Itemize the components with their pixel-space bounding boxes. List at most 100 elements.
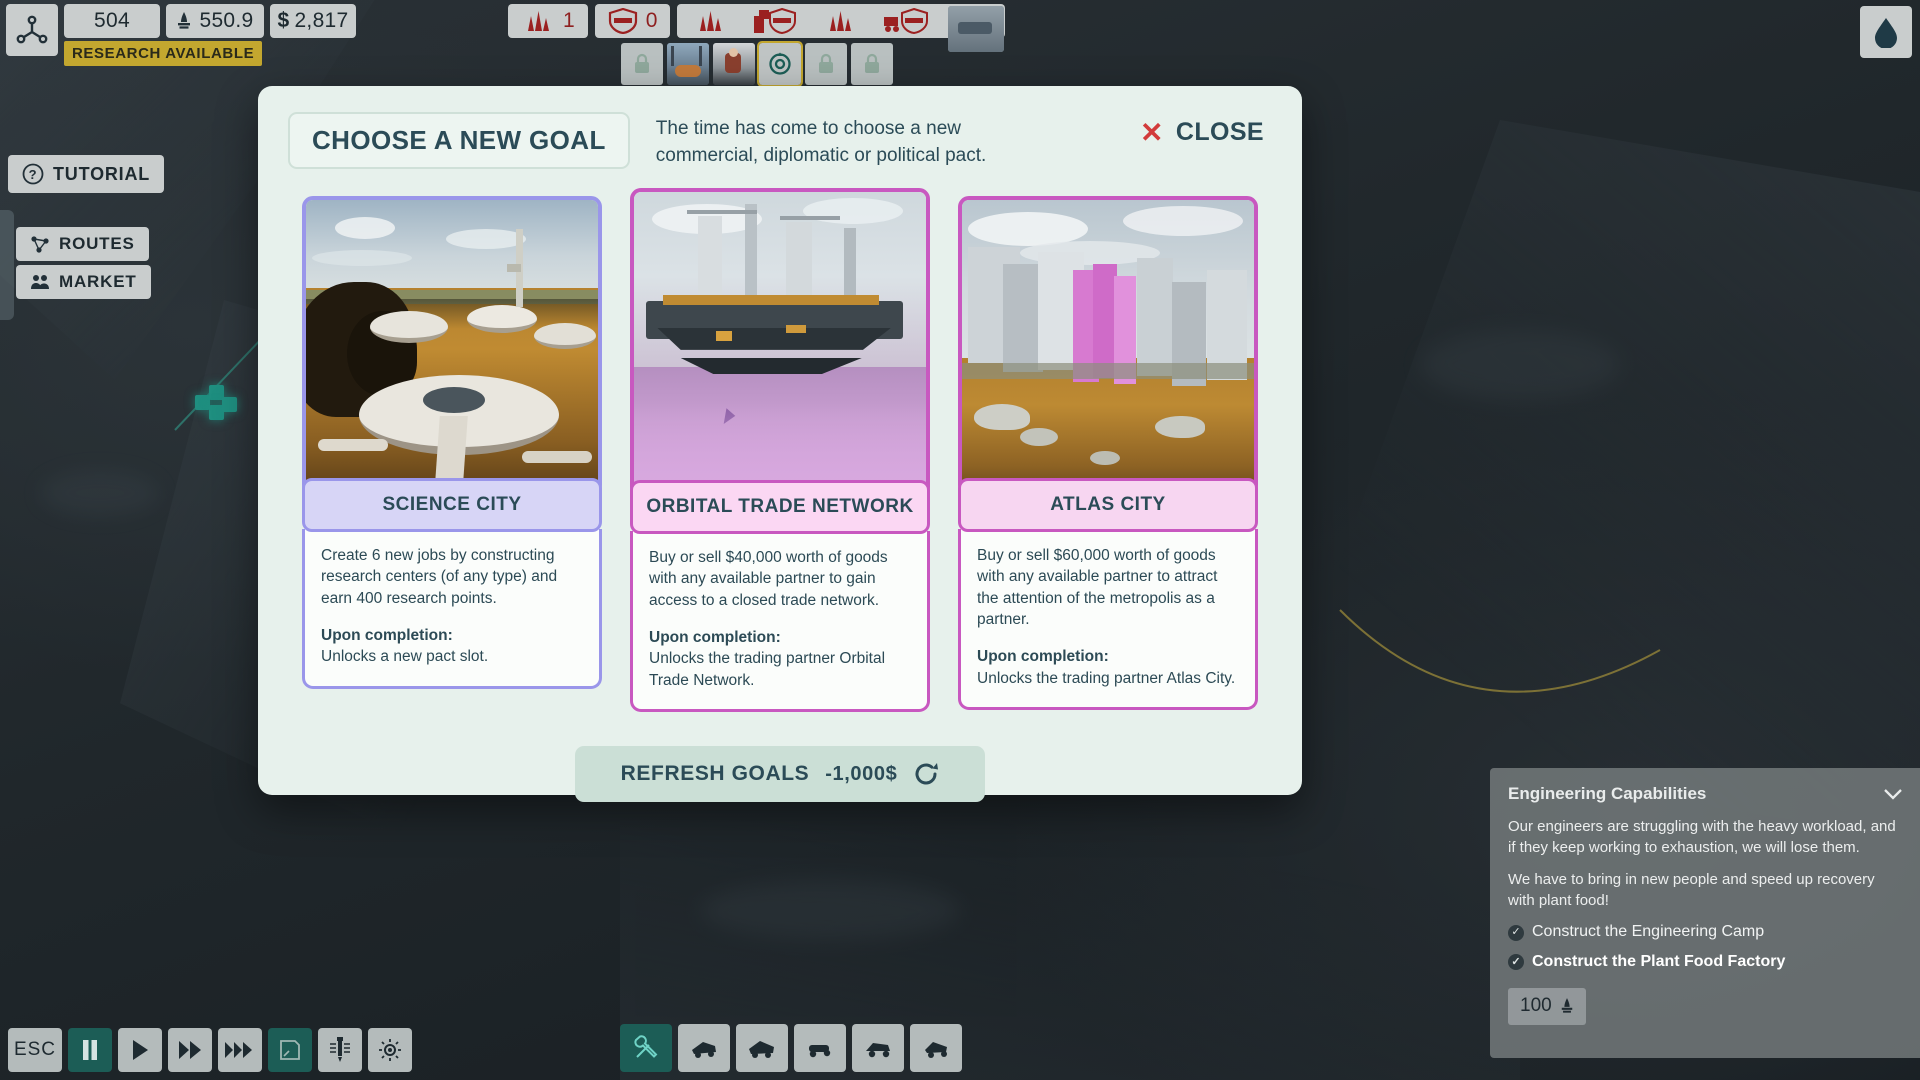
goal-card-orbital-trade-network[interactable]: ORBITAL TRADE NETWORK Buy or sell $40,00…	[630, 187, 930, 713]
quest-task-2-label: Construct the Plant Food Factory	[1532, 953, 1786, 971]
quest-task-1: ✓ Construct the Engineering Camp	[1508, 921, 1902, 944]
spike-threat-icon	[830, 11, 852, 31]
goal-card-title: ORBITAL TRADE NETWORK	[630, 479, 930, 534]
fast-forward-button[interactable]	[168, 1028, 212, 1072]
quest-panel[interactable]: Engineering Capabilities Our engineers a…	[1490, 768, 1920, 1058]
quest-panel-title: Engineering Capabilities	[1508, 784, 1707, 803]
slot-portrait-2[interactable]	[712, 43, 755, 85]
vehicle-button-4[interactable]	[852, 1024, 904, 1072]
network-node-icon[interactable]	[6, 4, 58, 56]
choose-goal-modal: CHOOSE A NEW GOAL The time has come to c…	[258, 86, 1302, 803]
check-circle-icon: ✓	[1508, 924, 1524, 941]
question-mark-icon: ?	[22, 163, 44, 185]
firewall-chip[interactable]: 0	[594, 4, 671, 38]
money-symbol: $	[277, 9, 290, 32]
top-left-hud: 504 550.9 $ 2,817 RESEARCH AVAILABLE	[6, 4, 356, 66]
chevron-down-icon[interactable]	[1884, 788, 1902, 800]
vehicle-icon	[749, 1041, 774, 1058]
check-circle-icon: ✓	[1508, 954, 1524, 971]
goal-card-completion-text: Unlocks the trading partner Atlas City.	[977, 669, 1236, 687]
routes-icon	[31, 236, 49, 253]
slot-locked-2[interactable]	[804, 43, 847, 85]
modal-subtitle: The time has come to choose a new commer…	[655, 118, 987, 166]
route-arc	[1339, 609, 1661, 693]
vehicle-button-1[interactable]	[678, 1024, 730, 1072]
close-label: CLOSE	[1175, 118, 1264, 146]
quest-paragraph-2: We have to bring in new people and speed…	[1508, 870, 1875, 910]
slot-active-pact[interactable]	[756, 41, 803, 87]
slot-locked-1[interactable]	[620, 43, 663, 85]
quest-reward-value: 100	[1520, 994, 1552, 1016]
vehicle-button-2[interactable]	[736, 1024, 788, 1072]
esc-label: ESC	[13, 1039, 57, 1060]
drill-button[interactable]	[318, 1028, 362, 1072]
science-city-thumbnail	[302, 195, 602, 496]
pause-button[interactable]	[68, 1028, 112, 1072]
vehicle-icon	[925, 1042, 947, 1058]
blueprint-button[interactable]	[268, 1028, 312, 1072]
routes-button[interactable]: ROUTES	[16, 227, 149, 261]
research-points-chip[interactable]: 504	[64, 4, 160, 38]
quest-task-1-label: Construct the Engineering Camp	[1532, 923, 1765, 941]
vehicle-icon	[809, 1045, 831, 1058]
population-icon	[178, 12, 191, 29]
population-icon	[1561, 998, 1572, 1013]
spike-threat-icon	[528, 11, 549, 31]
play-icon	[133, 1040, 148, 1060]
goal-card-title: ATLAS CITY	[958, 477, 1258, 532]
tutorial-button[interactable]: ? TUTORIAL	[8, 155, 165, 193]
goal-cards: SCIENCE CITY Create 6 new jobs by constr…	[258, 187, 1302, 713]
map-node-marker[interactable]	[195, 385, 237, 427]
goal-card-completion-label: Upon completion:	[977, 648, 1109, 666]
settings-button[interactable]	[368, 1028, 412, 1072]
ultra-speed-button[interactable]	[218, 1028, 262, 1072]
ultra-fast-forward-icon	[225, 1042, 252, 1058]
population-chip[interactable]: 550.9	[166, 4, 264, 38]
game-screen: 504 550.9 $ 2,817 RESEARCH AVAILABLE 1 0…	[0, 0, 1920, 1080]
vehicle-button-5[interactable]	[910, 1024, 962, 1072]
crates-firewall-icon	[754, 8, 797, 34]
refresh-goals-button[interactable]: REFRESH GOALS -1,000$	[574, 746, 986, 803]
goal-card-completion-text: Unlocks a new pact slot.	[321, 648, 489, 666]
quest-panel-header[interactable]: Engineering Capabilities	[1508, 782, 1902, 806]
close-x-icon: ✕	[1140, 116, 1164, 148]
tools-button[interactable]	[620, 1024, 672, 1072]
vehicle-icon	[692, 1042, 716, 1058]
vehicle-button-3[interactable]	[794, 1024, 846, 1072]
goal-card-description: Create 6 new jobs by constructing resear…	[321, 546, 558, 607]
brightness-gear-icon	[379, 1039, 401, 1061]
goal-card-atlas-city[interactable]: ATLAS CITY Buy or sell $60,000 worth of …	[958, 195, 1258, 712]
water-drop-icon[interactable]	[1860, 6, 1912, 58]
pause-icon	[83, 1040, 97, 1060]
research-available-banner[interactable]: RESEARCH AVAILABLE	[64, 41, 263, 66]
minimap-thumbnail[interactable]	[948, 6, 1004, 52]
money-value: 2,817	[294, 9, 349, 32]
padlock-icon	[818, 53, 833, 73]
play-button[interactable]	[118, 1028, 162, 1072]
wrench-tools-icon	[634, 1035, 658, 1058]
goal-card-description-block: Buy or sell $40,000 worth of goods with …	[630, 530, 930, 713]
svg-text:?: ?	[29, 167, 38, 182]
goal-card-science-city[interactable]: SCIENCE CITY Create 6 new jobs by constr…	[302, 195, 602, 712]
market-icon	[31, 275, 49, 289]
goal-card-completion-label: Upon completion:	[321, 627, 453, 645]
pact-ring-icon	[769, 52, 791, 75]
quest-task-2: ✓ Construct the Plant Food Factory	[1508, 951, 1902, 974]
goal-card-description: Buy or sell $40,000 worth of goods with …	[649, 548, 888, 609]
market-button[interactable]: MARKET	[16, 265, 151, 299]
money-chip[interactable]: $ 2,817	[270, 4, 356, 38]
pact-slot-row	[620, 41, 893, 87]
close-button[interactable]: ✕ CLOSE	[1140, 118, 1264, 147]
esc-button[interactable]: ESC	[8, 1028, 62, 1072]
refresh-circular-arrow-icon	[915, 763, 939, 785]
threat-chip[interactable]: 1	[508, 4, 588, 38]
tutorial-label: TUTORIAL	[53, 163, 151, 184]
top-center-hud: 1 0	[508, 4, 1006, 87]
goal-card-description-block: Create 6 new jobs by constructing resear…	[302, 528, 602, 689]
slot-portrait-1[interactable]	[666, 43, 709, 85]
slot-locked-3[interactable]	[850, 43, 893, 85]
firewall-shield-icon	[608, 8, 637, 34]
blueprint-icon	[280, 1040, 300, 1060]
vehicle-icon	[866, 1043, 890, 1058]
bottom-left-toolbar: ESC	[8, 1028, 412, 1072]
